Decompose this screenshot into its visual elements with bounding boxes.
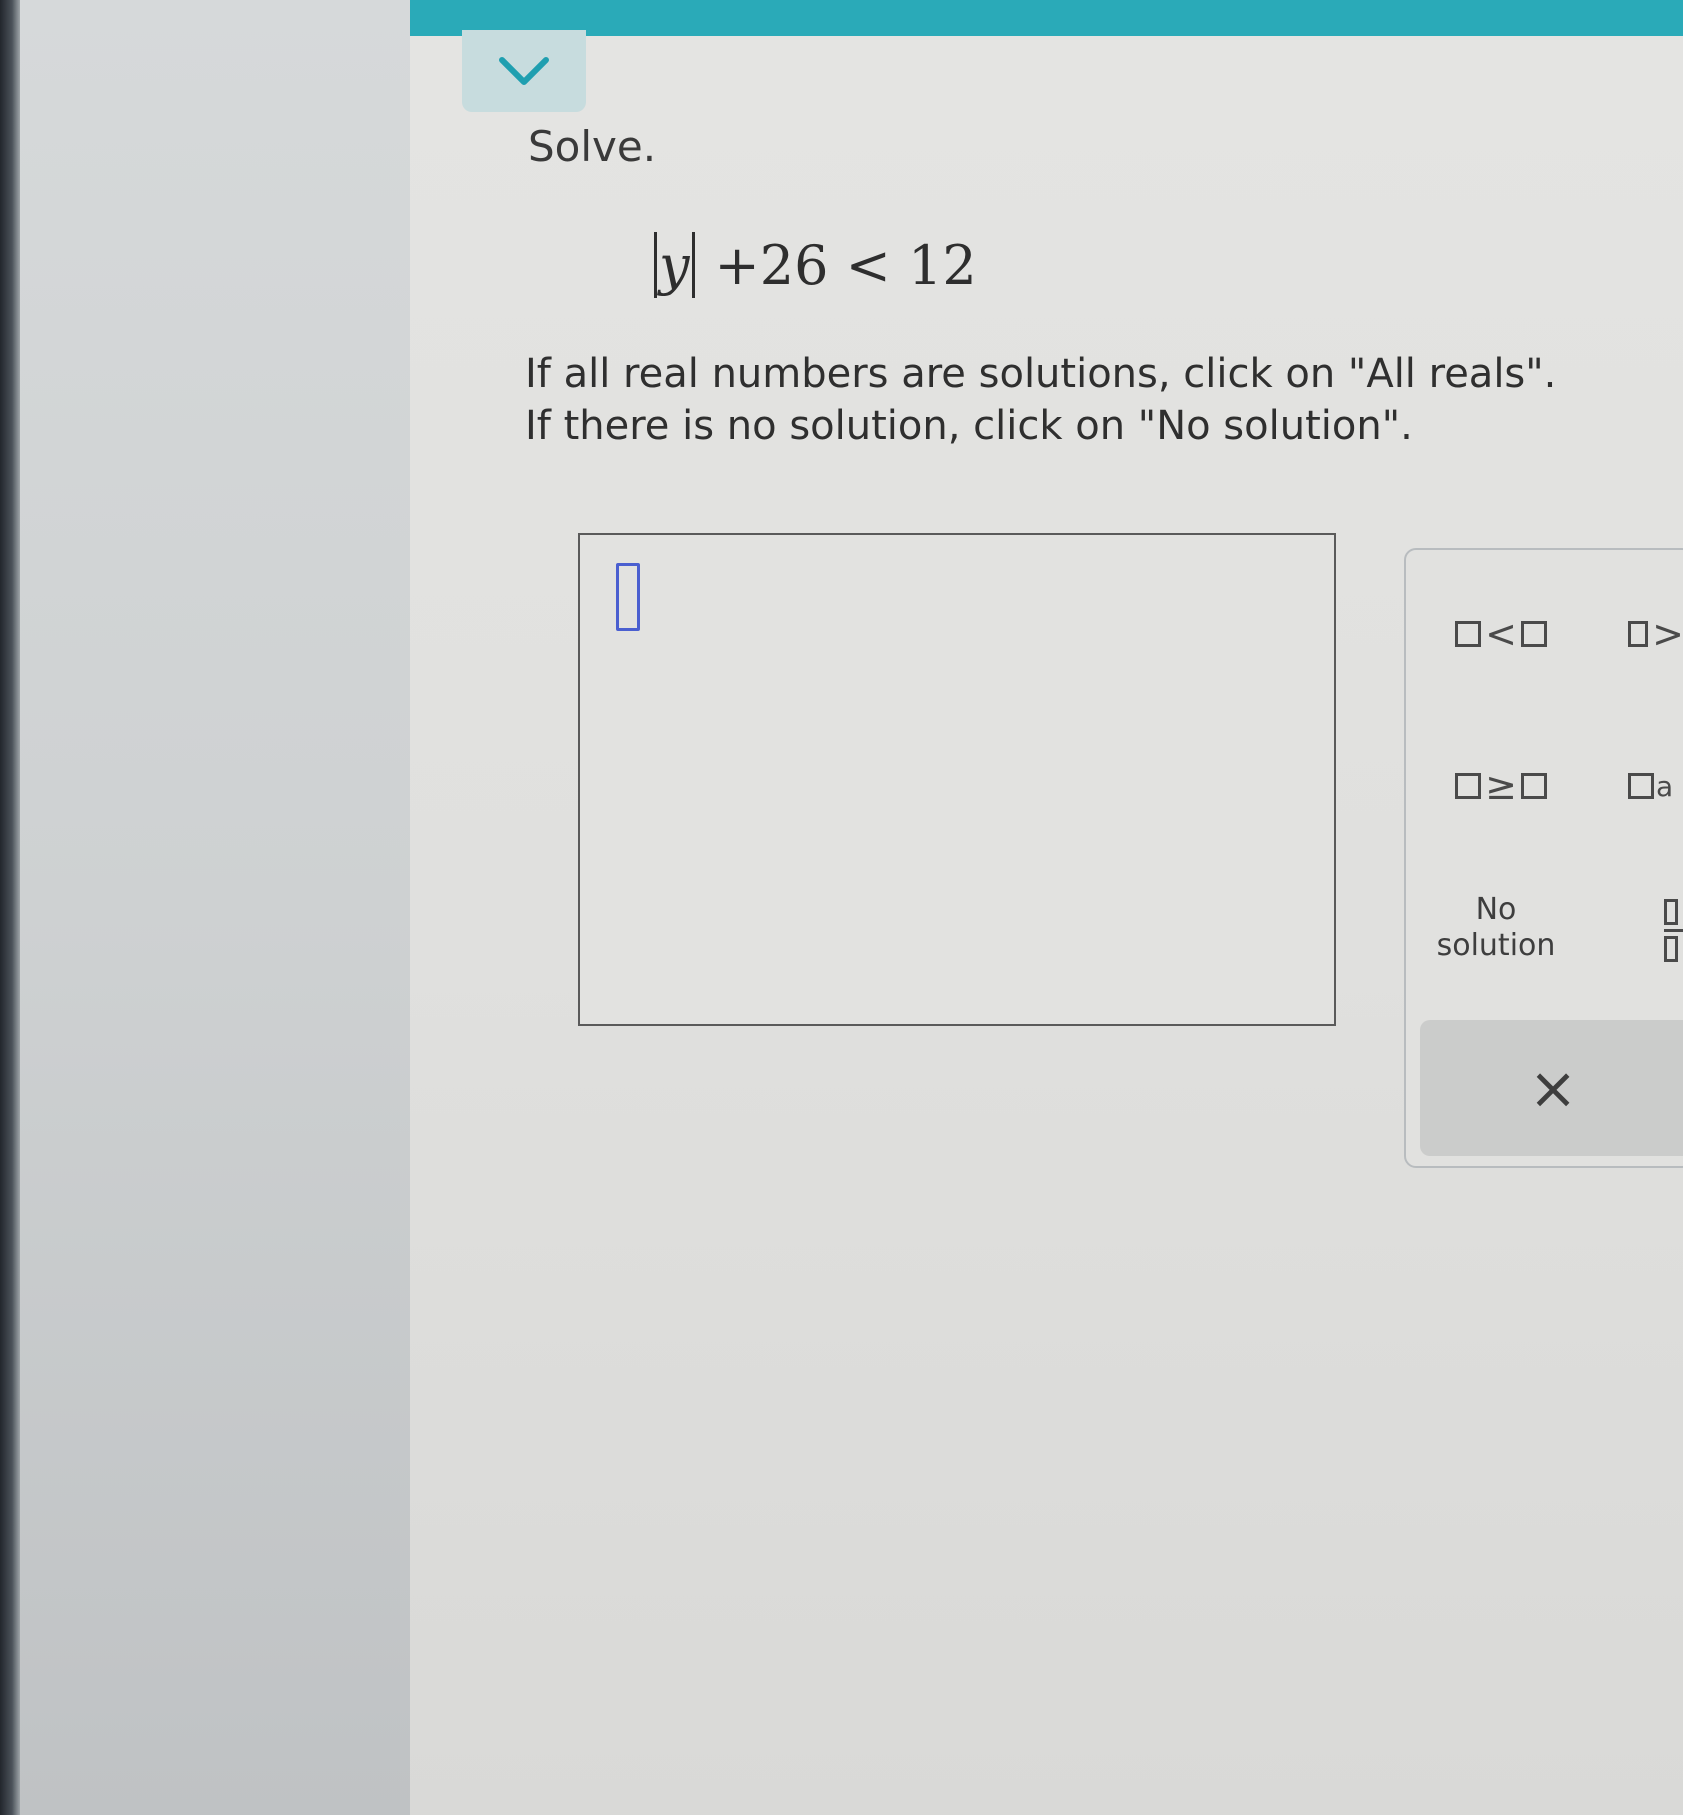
key-greater-equal[interactable]: ≥ <box>1446 758 1556 814</box>
placeholder-box-icon <box>1520 773 1547 799</box>
no-solution-line-2: solution <box>1436 928 1556 963</box>
answer-input[interactable] <box>578 533 1336 1026</box>
key-greater-than[interactable]: > <box>1628 606 1683 662</box>
key-less-than[interactable]: < <box>1446 606 1556 662</box>
no-solution-line-1: No <box>1475 892 1517 927</box>
problem-label: Solve. <box>528 122 657 171</box>
screen-bezel <box>0 0 20 1815</box>
placeholder-box-icon <box>1455 621 1482 647</box>
chevron-down-icon <box>499 57 549 85</box>
absolute-value-bar-left <box>654 232 657 298</box>
placeholder-box-icon <box>1520 621 1547 647</box>
key-no-solution[interactable]: No solution <box>1426 888 1566 968</box>
fraction-denominator-icon <box>1664 935 1678 962</box>
placeholder-box-icon <box>1628 773 1654 799</box>
collapse-button[interactable] <box>462 30 586 112</box>
instructions: If all real numbers are solutions, click… <box>525 348 1683 452</box>
equation-rest: +26 < 12 <box>714 233 977 297</box>
key-and[interactable]: a <box>1628 758 1683 814</box>
equation-variable: y <box>659 233 690 297</box>
close-icon: × <box>1528 1054 1578 1122</box>
key-less-than-symbol: < <box>1485 612 1517 656</box>
equation: y +26 < 12 <box>652 230 977 300</box>
placeholder-box-icon <box>1628 621 1649 647</box>
left-sidebar <box>20 0 410 1815</box>
key-and-text: a <box>1656 769 1674 803</box>
key-greater-equal-symbol: ≥ <box>1485 764 1517 808</box>
input-cursor-placeholder <box>616 563 640 631</box>
fraction-numerator-icon <box>1664 898 1678 925</box>
top-bar <box>410 0 1683 36</box>
fraction-bar-icon <box>1664 928 1683 932</box>
instruction-no-solution: If there is no solution, click on "No so… <box>525 403 1413 449</box>
key-fraction[interactable] <box>1664 892 1683 968</box>
math-keypad: < > ≥ a No solution × <box>1404 548 1683 1168</box>
key-greater-than-symbol: > <box>1652 612 1683 656</box>
instruction-all-reals: If all real numbers are solutions, click… <box>525 351 1557 397</box>
clear-button[interactable]: × <box>1420 1020 1683 1156</box>
placeholder-box-icon <box>1455 773 1482 799</box>
absolute-value-bar-right <box>691 232 695 298</box>
